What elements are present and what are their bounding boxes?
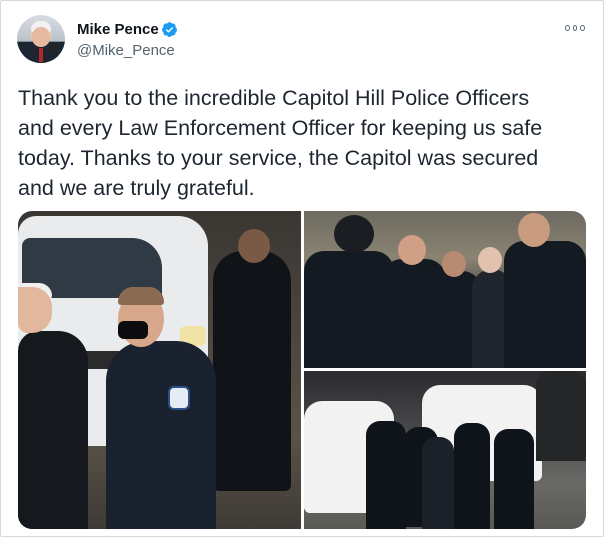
officer-figure (504, 241, 586, 368)
officer-figure (494, 429, 534, 529)
more-options-icon[interactable] (565, 23, 586, 33)
officer-head (442, 251, 466, 277)
officer-figure (454, 423, 490, 529)
officer-figure (536, 371, 586, 461)
avatar-face (32, 27, 50, 47)
tweet-card[interactable]: Mike Pence @Mike_Pence Thank you to the … (0, 0, 604, 537)
officer-head (518, 213, 550, 247)
police-patch (168, 386, 190, 410)
officer-figure (304, 251, 394, 368)
chief-figure (106, 341, 216, 529)
user-handle[interactable]: @Mike_Pence (77, 42, 175, 59)
dot-icon (572, 25, 578, 31)
pence-figure (422, 437, 454, 529)
dot-icon (565, 25, 570, 31)
photo-3[interactable] (304, 371, 586, 529)
media-grid[interactable] (18, 211, 586, 529)
officer-head (398, 235, 426, 265)
photo-2[interactable] (304, 211, 586, 368)
display-name[interactable]: Mike Pence (77, 21, 159, 38)
officer-figure (213, 251, 291, 491)
officer-head (238, 229, 270, 263)
avatar[interactable] (17, 15, 65, 63)
chief-hair (118, 287, 164, 305)
avatar-mic (49, 43, 57, 51)
tweet-text: Thank you to the incredible Capitol Hill… (18, 86, 543, 200)
pence-figure (18, 331, 88, 529)
chief-mask (118, 321, 148, 339)
pence-head (18, 287, 52, 333)
dot-icon (580, 25, 586, 31)
officer-figure (366, 421, 406, 529)
verified-badge-icon (162, 22, 177, 37)
photo-1[interactable] (18, 211, 301, 529)
pence-head (478, 247, 502, 273)
officer-head (334, 215, 374, 253)
avatar-tie (39, 48, 43, 62)
